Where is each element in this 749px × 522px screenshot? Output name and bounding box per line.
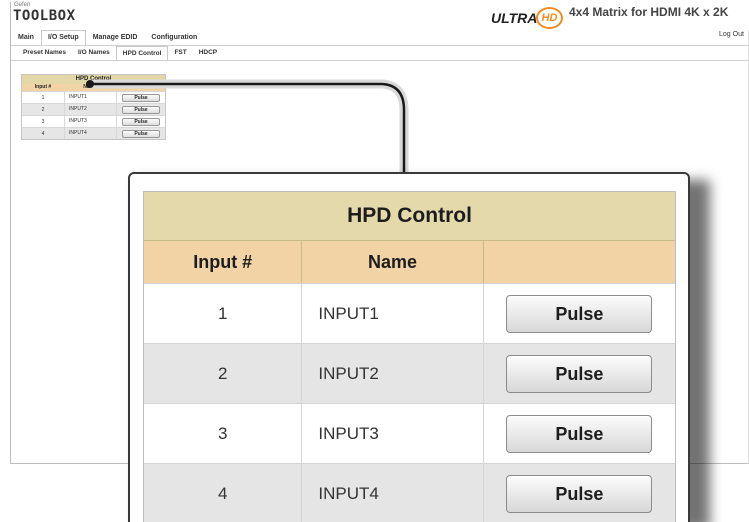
action-cell: Pulse bbox=[482, 344, 675, 403]
action-cell: Pulse bbox=[482, 464, 675, 522]
hpd-control-table: HPD Control Input # Name 1 INPUT1 Pulse … bbox=[143, 191, 676, 522]
input-name: INPUT1 bbox=[301, 284, 482, 343]
input-number: 2 bbox=[217, 363, 228, 383]
input-number: 1 bbox=[217, 303, 228, 323]
action-cell: Pulse bbox=[482, 284, 675, 343]
table-row: 4 INPUT4 Pulse bbox=[144, 463, 675, 522]
pulse-button[interactable]: Pulse bbox=[506, 354, 653, 393]
table-header: Input # Name bbox=[144, 240, 675, 283]
input-name: INPUT4 bbox=[301, 464, 482, 522]
action-cell: Pulse bbox=[482, 404, 675, 463]
pulse-button[interactable]: Pulse bbox=[506, 474, 653, 513]
callout-dot-icon bbox=[86, 80, 94, 88]
input-name: INPUT3 bbox=[301, 404, 482, 463]
screenshot-stage: Gefen TOOLBOX ULTRA HD 4x4 Matrix for HD… bbox=[0, 0, 749, 522]
table-row: 3 INPUT3 Pulse bbox=[144, 403, 675, 463]
input-number: 4 bbox=[217, 483, 228, 503]
table-row: 2 INPUT2 Pulse bbox=[144, 343, 675, 403]
table-row: 1 INPUT1 Pulse bbox=[144, 283, 675, 343]
input-number: 3 bbox=[217, 423, 228, 443]
column-header-name: Name bbox=[301, 241, 482, 283]
input-name: INPUT2 bbox=[301, 344, 482, 403]
column-header-input: Input # bbox=[193, 252, 253, 272]
hpd-control-zoom-panel: HPD Control Input # Name 1 INPUT1 Pulse … bbox=[128, 172, 690, 522]
column-header-action bbox=[482, 241, 675, 283]
pulse-button[interactable]: Pulse bbox=[506, 294, 653, 333]
pulse-button[interactable]: Pulse bbox=[506, 414, 653, 453]
table-title: HPD Control bbox=[144, 192, 675, 240]
